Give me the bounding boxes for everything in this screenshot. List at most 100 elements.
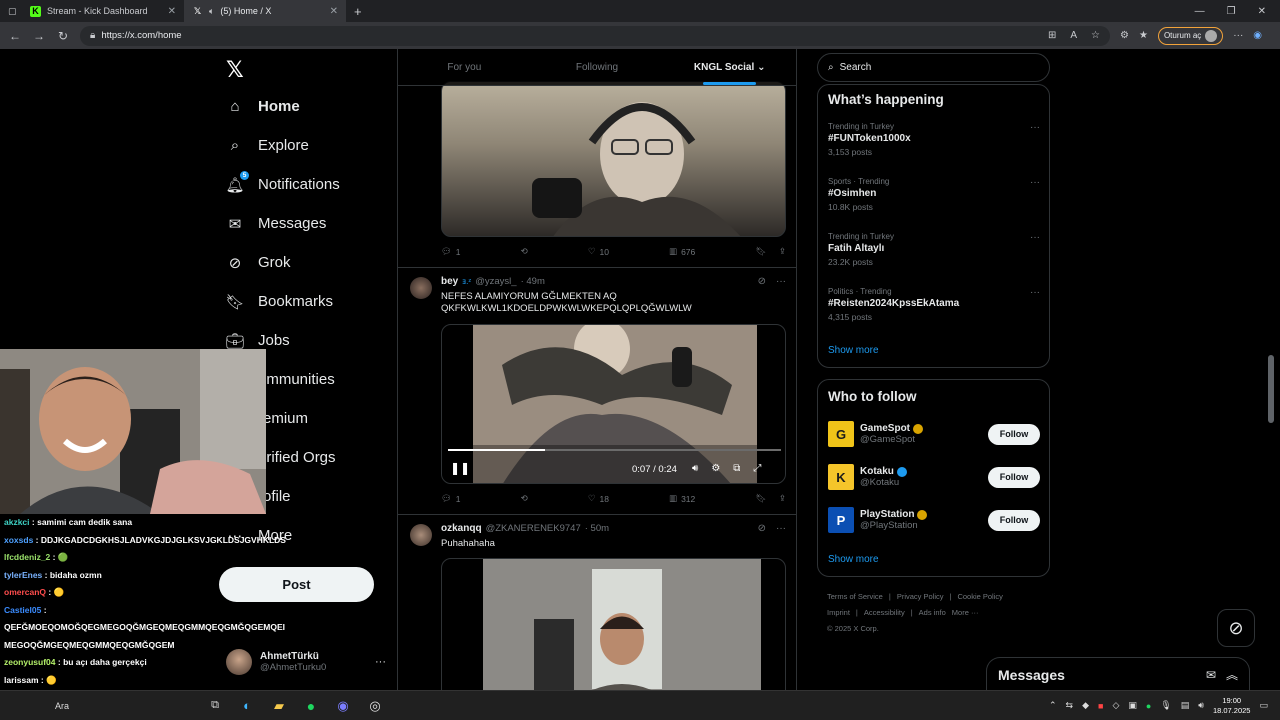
nav-item-home[interactable]: ⌂ Home: [226, 87, 396, 126]
like-button[interactable]: ♡ 10: [588, 246, 609, 257]
trend-item[interactable]: Trending in Turkey Fatih Altaylı 23.2K pos…: [828, 232, 1040, 267]
tab-following[interactable]: Following: [531, 49, 664, 85]
trend-item[interactable]: Sports · Trending #Osimhen 10.8K posts ···: [828, 177, 1040, 212]
reply-button[interactable]: 💬︎ 1: [441, 246, 461, 257]
footer-link[interactable]: Privacy Policy: [897, 592, 944, 601]
tray-app-icon[interactable]: ◆: [1082, 700, 1089, 711]
address-bar[interactable]: 🔒︎ https://x.com/home ⊞ A ☆: [80, 25, 1110, 46]
footer-link[interactable]: Ads info: [919, 608, 946, 617]
extensions-icon[interactable]: ⚙: [1120, 30, 1129, 41]
nav-item-notifications[interactable]: 🔔︎ 5 Notifications: [225, 165, 396, 204]
task-view-icon[interactable]: ⧉: [204, 695, 226, 717]
read-aloud-icon[interactable]: A: [1070, 30, 1077, 41]
file-explorer-icon[interactable]: ▰: [268, 695, 290, 717]
avatar[interactable]: [410, 524, 432, 546]
follow-suggestion[interactable]: P PlayStation @PlayStation Follow: [828, 505, 1040, 535]
footer-link[interactable]: Imprint: [827, 608, 850, 617]
volume-icon[interactable]: 🔊︎: [692, 463, 698, 474]
browser-tab-kick[interactable]: K Stream - Kick Dashboard ✕: [22, 0, 184, 22]
grok-icon[interactable]: ⊘: [758, 523, 766, 534]
edge-icon[interactable]: ◐: [236, 695, 258, 717]
forward-icon[interactable]: →: [32, 29, 46, 43]
views-button[interactable]: ▥ 676: [669, 246, 695, 257]
tweet-author-handle[interactable]: @yzaysl_: [475, 276, 516, 287]
new-tab-button[interactable]: +: [346, 0, 370, 22]
speaker-icon[interactable]: 🔈︎: [209, 6, 214, 17]
microphone-icon[interactable]: 🎙︎: [1160, 700, 1171, 711]
page-scrollbar[interactable]: [1268, 355, 1274, 423]
tweet-media-image[interactable]: [441, 81, 786, 237]
more-icon[interactable]: ···: [1030, 232, 1040, 243]
follow-suggestion[interactable]: K Kotaku @Kotaku Follow: [828, 462, 1040, 492]
discord-icon[interactable]: ◉: [332, 695, 354, 717]
messages-drawer[interactable]: Messages ✉ ︽: [986, 657, 1250, 691]
profile-button[interactable]: Oturum aç: [1157, 26, 1224, 45]
network-icon[interactable]: ▤: [1181, 700, 1190, 711]
tweet-author-name[interactable]: ozkanqq: [441, 523, 482, 534]
pip-icon[interactable]: ⧉: [733, 463, 740, 474]
repost-button[interactable]: ⟲: [521, 246, 528, 257]
app-available-icon[interactable]: ⊞: [1048, 30, 1056, 41]
nav-item-explore[interactable]: ⌕ Explore: [226, 126, 396, 165]
tray-app-icon[interactable]: ◇: [1112, 700, 1119, 711]
footer-link[interactable]: More ···: [952, 608, 979, 617]
share-icon[interactable]: ⇪: [779, 246, 786, 257]
spotify-tray-icon[interactable]: ●: [1146, 701, 1151, 711]
tray-app-icon[interactable]: ■: [1098, 701, 1103, 711]
footer-link[interactable]: Accessibility: [864, 608, 905, 617]
browser-tab-x[interactable]: 𝕏 🔈︎ (5) Home / X ✕: [184, 0, 346, 22]
more-icon[interactable]: ···: [1030, 177, 1040, 188]
tweet-time[interactable]: · 50m: [585, 523, 609, 534]
tweet-time[interactable]: · 49m: [521, 276, 545, 287]
reply-button[interactable]: 💬︎ 1: [441, 493, 461, 504]
grok-icon[interactable]: ⊘: [758, 276, 766, 287]
notification-center-icon[interactable]: ▭: [1259, 700, 1268, 711]
expand-icon[interactable]: ︽: [1226, 666, 1238, 683]
tab-actions-icon[interactable]: ▢: [0, 0, 22, 22]
like-button[interactable]: ♡ 18: [588, 493, 609, 504]
nav-item-grok[interactable]: ⊘ Grok: [226, 243, 396, 282]
settings-icon[interactable]: ⚙: [711, 463, 720, 474]
follow-button[interactable]: Follow: [988, 509, 1040, 531]
more-icon[interactable]: ···: [776, 523, 786, 534]
fullscreen-icon[interactable]: ⤢: [753, 463, 761, 474]
pause-icon[interactable]: ❚❚: [450, 461, 470, 475]
tray-app-icon[interactable]: ⇆: [1066, 700, 1074, 711]
close-icon[interactable]: ✕: [168, 6, 176, 17]
favorite-star-icon[interactable]: ☆: [1091, 30, 1100, 41]
footer-link[interactable]: Terms of Service: [827, 592, 883, 601]
favorites-icon[interactable]: ★: [1139, 30, 1148, 41]
more-icon[interactable]: ···: [1030, 287, 1040, 298]
views-button[interactable]: ▥ 312: [669, 493, 695, 504]
tray-chevron-icon[interactable]: ⌃: [1049, 700, 1057, 711]
tweet-author-handle[interactable]: @ZKANERENEK9747: [486, 523, 581, 534]
tab-kngl-social[interactable]: KNGL Social ⌄: [663, 49, 796, 85]
volume-icon[interactable]: 🔊︎: [1198, 700, 1204, 711]
follow-suggestion[interactable]: G GameSpot @GameSpot Follow: [828, 419, 1040, 449]
more-icon[interactable]: ···: [1030, 122, 1040, 133]
follow-button[interactable]: Follow: [988, 423, 1040, 445]
share-icon[interactable]: ⇪: [779, 493, 786, 504]
obs-icon[interactable]: ◎: [364, 695, 386, 717]
trend-item[interactable]: Trending in Turkey #FUNToken1000x 3,153 po…: [828, 122, 1040, 157]
tweet-video-player[interactable]: [441, 558, 786, 690]
copilot-icon[interactable]: ◉: [1253, 30, 1262, 41]
system-clock[interactable]: 19:00 18.07.2025: [1213, 696, 1251, 716]
more-icon[interactable]: ···: [375, 656, 386, 668]
window-close-icon[interactable]: ✕: [1258, 6, 1266, 17]
more-menu-icon[interactable]: ···: [1233, 30, 1243, 41]
repost-button[interactable]: ⟲: [521, 493, 528, 504]
tab-for-you[interactable]: For you: [398, 49, 531, 85]
new-message-icon[interactable]: ✉: [1206, 668, 1216, 682]
nav-item-messages[interactable]: ✉ Messages: [226, 204, 396, 243]
show-more-follow[interactable]: Show more: [828, 554, 879, 565]
bookmark-button[interactable]: 🔖︎ ⇪: [755, 493, 786, 504]
spotify-icon[interactable]: ●: [300, 695, 322, 717]
show-more-trends[interactable]: Show more: [828, 345, 879, 356]
search-box[interactable]: ⌕ Search: [817, 53, 1050, 82]
close-icon[interactable]: ✕: [330, 6, 338, 17]
avatar[interactable]: [410, 277, 432, 299]
back-icon[interactable]: ←: [8, 29, 22, 43]
taskbar-search[interactable]: Ara: [55, 701, 69, 711]
tray-app-icon[interactable]: ▣: [1128, 700, 1137, 711]
